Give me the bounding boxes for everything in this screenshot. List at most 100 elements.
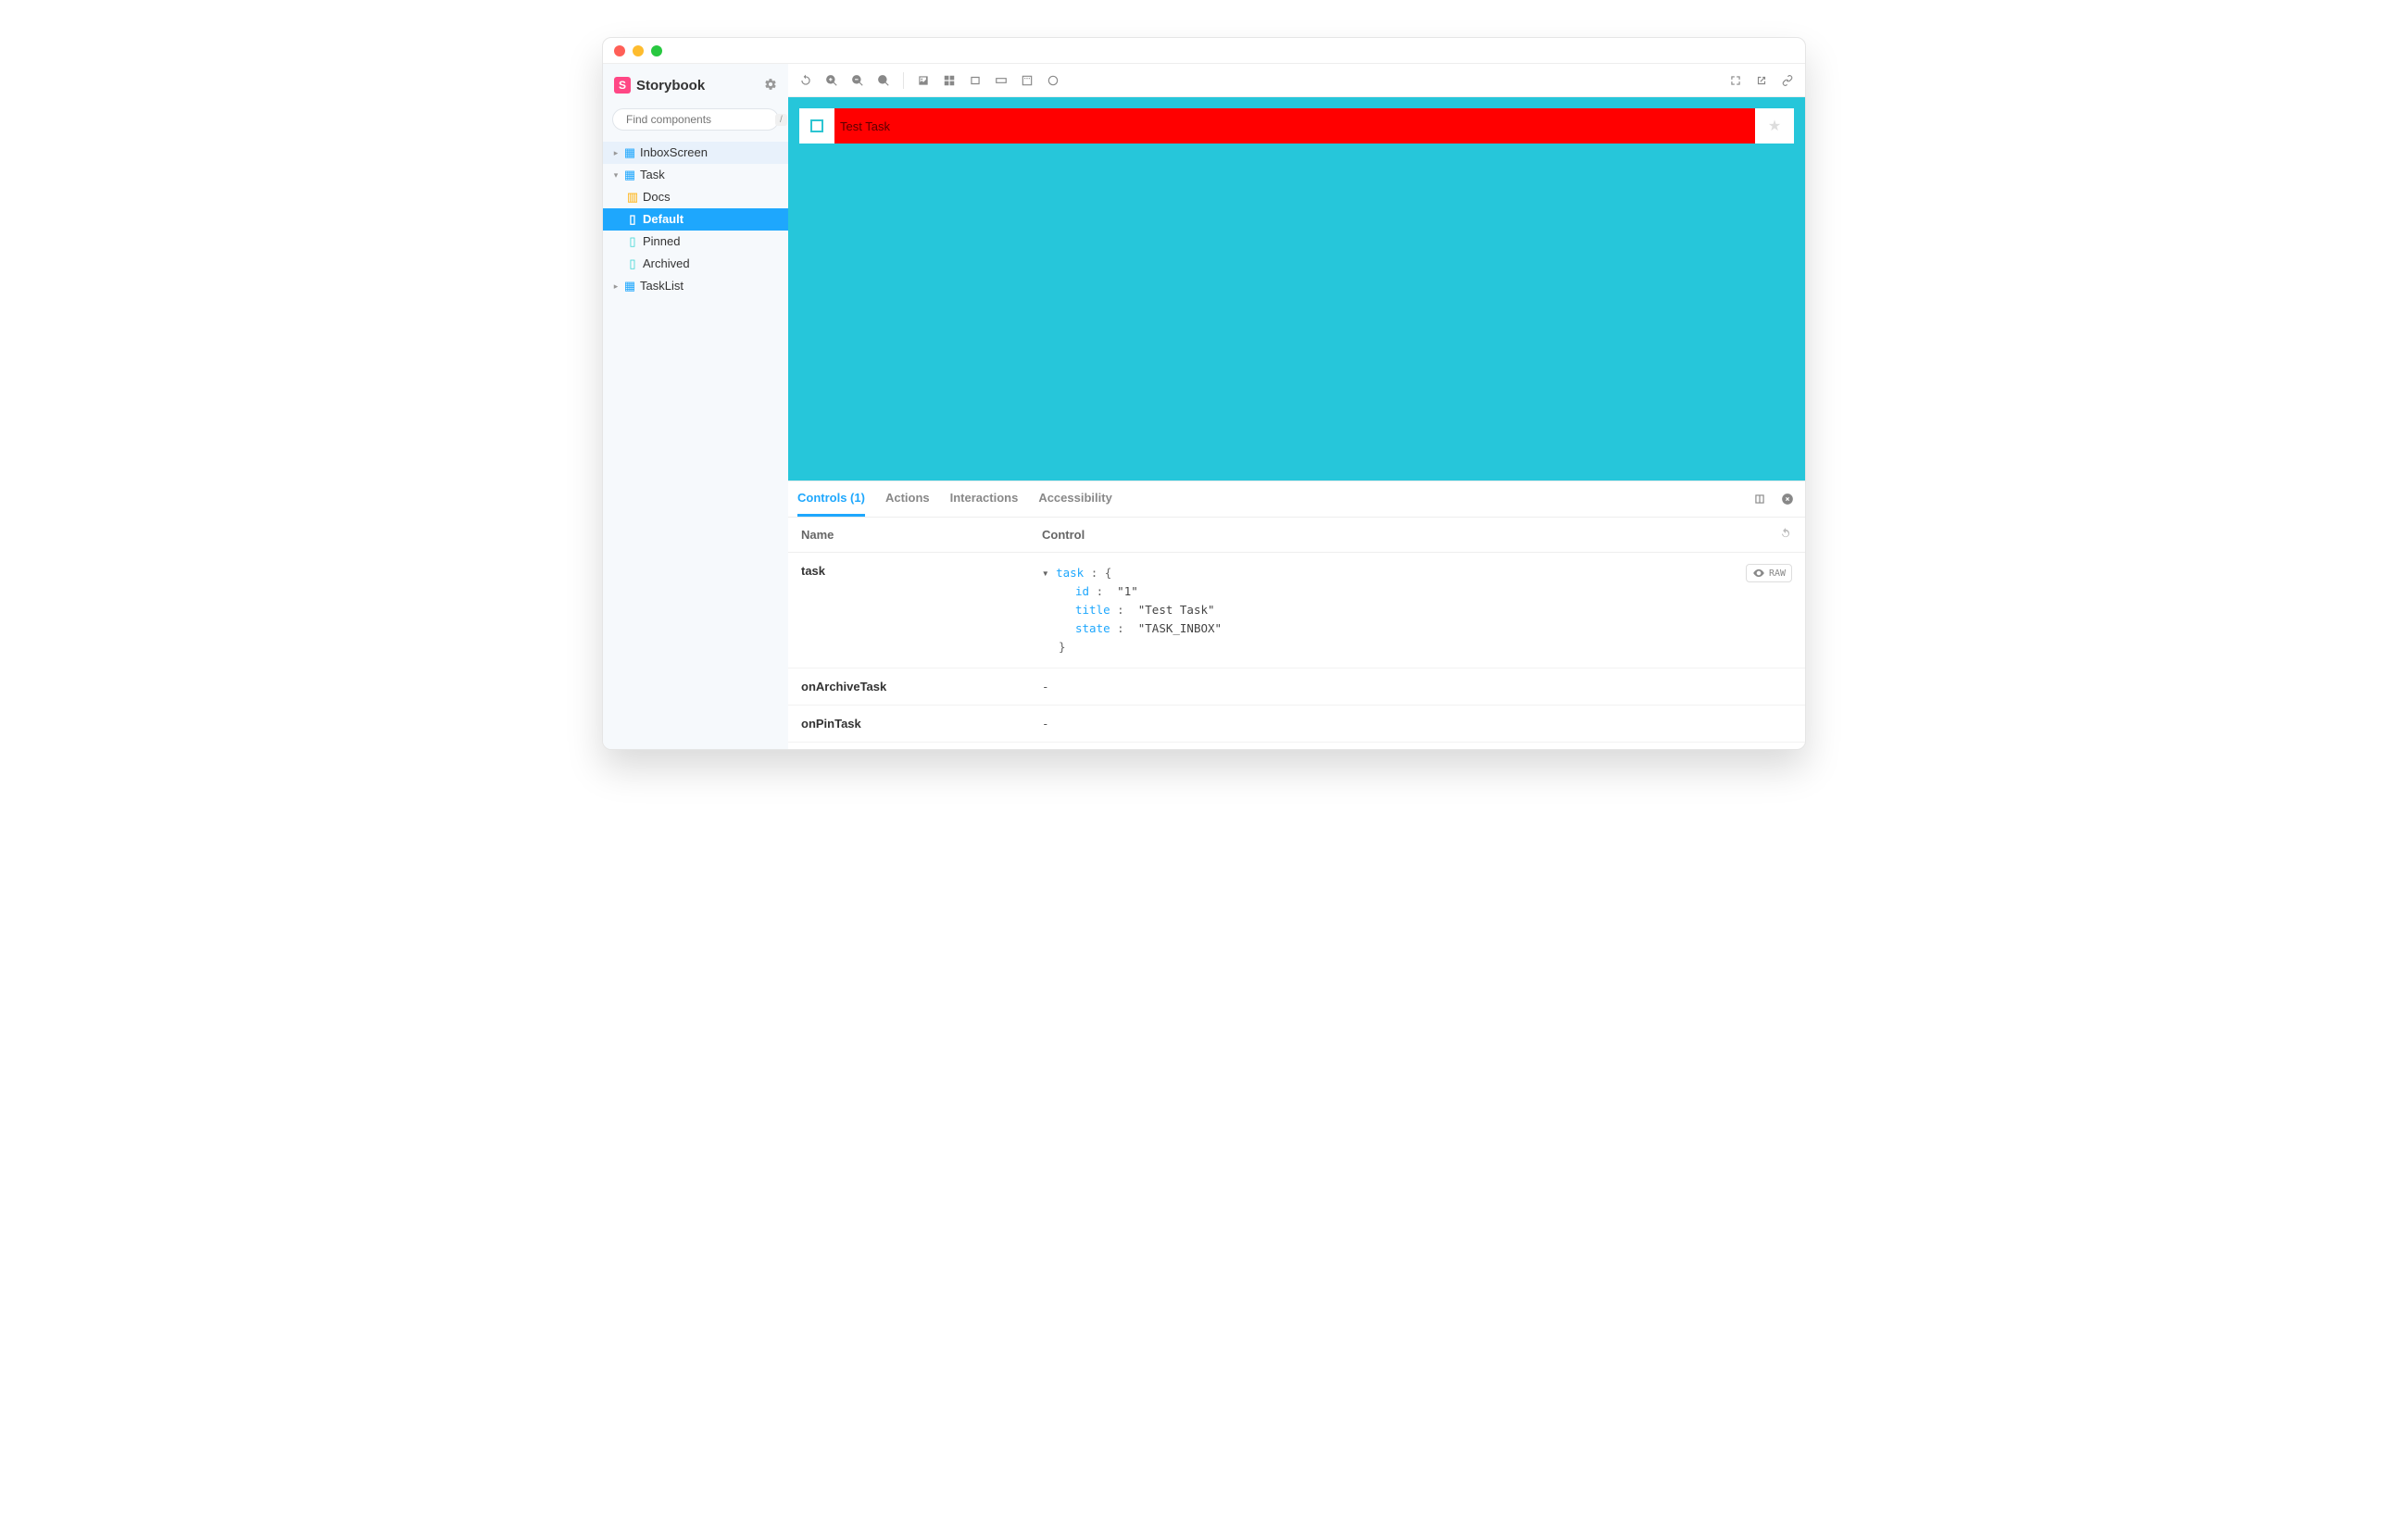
panel-icon (1753, 493, 1766, 506)
window-titlebar (603, 38, 1805, 64)
component-icon: ▦ (624, 167, 635, 183)
eye-icon (1752, 567, 1765, 580)
main-panel: Test Task ★ Controls (1) Actions Interac… (788, 64, 1805, 749)
sidebar-item-task-default[interactable]: ▯ Default (603, 208, 788, 231)
sync-icon (799, 74, 812, 87)
sidebar-item-task[interactable]: ▾ ▦ Task (603, 164, 788, 186)
grid-icon (943, 74, 956, 87)
zoom-out-button[interactable] (849, 72, 866, 89)
column-control-header: Control (1042, 528, 1779, 542)
controls-header: Name Control (788, 518, 1805, 553)
tab-interactions[interactable]: Interactions (950, 481, 1019, 517)
tab-controls[interactable]: Controls (1) (797, 481, 865, 517)
column-name-header: Name (801, 528, 1042, 542)
control-value: - (1042, 680, 1792, 693)
settings-button[interactable] (764, 78, 777, 94)
remount-button[interactable] (797, 72, 814, 89)
tree-label: InboxScreen (640, 144, 708, 161)
tree-label: TaskList (640, 278, 684, 294)
outline-icon (1047, 74, 1060, 87)
task-pin-button[interactable]: ★ (1755, 108, 1794, 144)
sidebar-item-task-pinned[interactable]: ▯ Pinned (603, 231, 788, 253)
sidebar: S Storybook / ▸ ▦ InboxScreen (603, 64, 788, 749)
undo-icon (1779, 527, 1792, 540)
control-row-onpintask: onPinTask - (788, 706, 1805, 743)
control-name: task (801, 564, 1042, 656)
viewport-small-button[interactable] (967, 72, 984, 89)
sidebar-item-inboxscreen[interactable]: ▸ ▦ InboxScreen (603, 142, 788, 164)
zoom-in-button[interactable] (823, 72, 840, 89)
canvas-preview: Test Task ★ (788, 97, 1805, 481)
storybook-logo: S Storybook (614, 77, 705, 94)
reset-controls-button[interactable] (1779, 527, 1792, 543)
control-row-task: task RAW ▾ task : { id : "1" title : "Te… (788, 553, 1805, 668)
panel-orientation-button[interactable] (1751, 491, 1768, 507)
raw-toggle-button[interactable]: RAW (1746, 564, 1792, 582)
open-in-new-button[interactable] (1753, 72, 1770, 89)
search-shortcut-badge: / (775, 114, 787, 126)
search-input-wrapper[interactable]: / (612, 108, 779, 131)
component-icon: ▦ (624, 144, 635, 161)
control-row-onarchivetask: onArchiveTask - (788, 668, 1805, 706)
control-value-object[interactable]: RAW ▾ task : { id : "1" title : "Test Ta… (1042, 564, 1792, 656)
control-name: onPinTask (801, 717, 1042, 731)
control-name: onArchiveTask (801, 680, 1042, 693)
background-button[interactable] (915, 72, 932, 89)
sidebar-item-tasklist[interactable]: ▸ ▦ TaskList (603, 275, 788, 297)
chevron-right-icon: ▸ (612, 278, 620, 294)
close-window-icon[interactable] (614, 45, 625, 56)
sidebar-item-task-archived[interactable]: ▯ Archived (603, 253, 788, 275)
viewport-wide-icon (995, 74, 1008, 87)
storybook-logo-text: Storybook (636, 78, 705, 94)
story-icon: ▯ (627, 233, 638, 250)
search-input[interactable] (626, 113, 770, 126)
zoom-reset-icon (877, 74, 890, 87)
task-checkbox-area[interactable] (799, 108, 834, 144)
zoom-out-icon (851, 74, 864, 87)
tab-actions[interactable]: Actions (885, 481, 930, 517)
app-window: S Storybook / ▸ ▦ InboxScreen (602, 37, 1806, 750)
maximize-window-icon[interactable] (651, 45, 662, 56)
star-icon: ★ (1768, 117, 1781, 135)
checkbox-icon (810, 119, 823, 132)
story-icon: ▯ (627, 211, 638, 228)
tree-label: Pinned (643, 233, 680, 250)
document-icon: ▥ (627, 189, 638, 206)
panel-close-button[interactable] (1779, 491, 1796, 507)
control-value: - (1042, 717, 1792, 731)
fullscreen-button[interactable] (1727, 72, 1744, 89)
image-icon (917, 74, 930, 87)
outline-button[interactable] (1045, 72, 1061, 89)
zoom-reset-button[interactable] (875, 72, 892, 89)
canvas-toolbar (788, 64, 1805, 97)
viewport-large-button[interactable] (993, 72, 1010, 89)
measure-icon (1021, 74, 1034, 87)
task-title: Test Task (834, 108, 1755, 144)
story-icon: ▯ (627, 256, 638, 272)
toolbar-separator (903, 72, 904, 89)
viewport-icon (969, 74, 982, 87)
link-icon (1781, 74, 1794, 87)
component-icon: ▦ (624, 278, 635, 294)
tree-label: Default (643, 211, 684, 228)
fullscreen-icon (1729, 74, 1742, 87)
close-circle-icon (1781, 493, 1794, 506)
tree-label: Archived (643, 256, 690, 272)
gear-icon (764, 78, 777, 91)
copy-link-button[interactable] (1779, 72, 1796, 89)
minimize-window-icon[interactable] (633, 45, 644, 56)
storybook-logo-mark-icon: S (614, 77, 631, 94)
tree-label: Task (640, 167, 665, 183)
chevron-down-icon: ▾ (612, 167, 620, 183)
measure-button[interactable] (1019, 72, 1035, 89)
sidebar-item-task-docs[interactable]: ▥ Docs (603, 186, 788, 208)
task-component: Test Task ★ (799, 108, 1794, 144)
open-in-new-icon (1755, 74, 1768, 87)
sidebar-tree: ▸ ▦ InboxScreen ▾ ▦ Task ▥ Docs ▯ Defaul… (603, 142, 788, 297)
tab-accessibility[interactable]: Accessibility (1038, 481, 1112, 517)
chevron-right-icon: ▸ (612, 144, 620, 161)
addons-panel: Controls (1) Actions Interactions Access… (788, 481, 1805, 749)
zoom-in-icon (825, 74, 838, 87)
grid-button[interactable] (941, 72, 958, 89)
tree-label: Docs (643, 189, 671, 206)
